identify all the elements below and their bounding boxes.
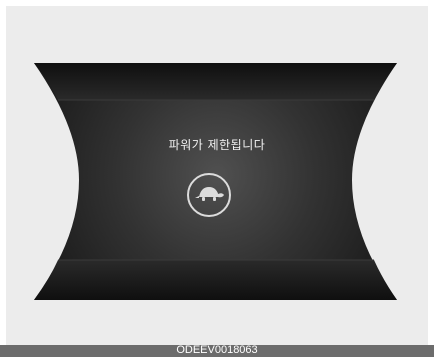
power-limited-message: 파워가 제한됩니다 bbox=[168, 138, 266, 152]
figure-caption-bar: ODEEV0018063 bbox=[0, 344, 434, 357]
display-top-band bbox=[34, 63, 397, 100]
turtle-icon bbox=[187, 173, 231, 217]
display-bottom-band bbox=[34, 260, 397, 300]
figure-code: ODEEV0018063 bbox=[176, 344, 258, 356]
